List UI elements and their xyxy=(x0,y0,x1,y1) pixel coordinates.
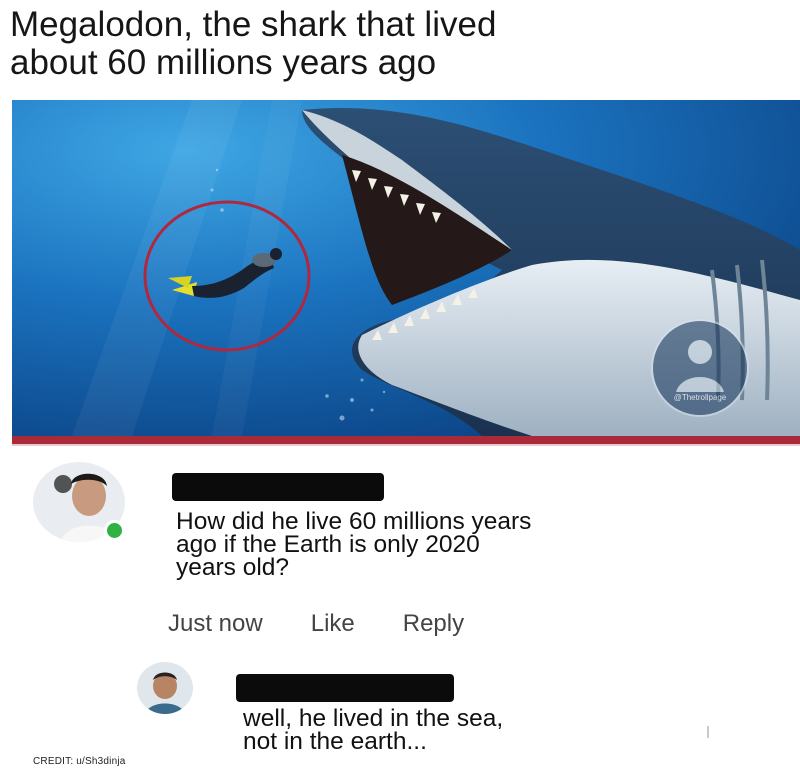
reply-body: well, he lived in the sea, not in the ea… xyxy=(243,705,683,755)
comment-line: years old? xyxy=(176,554,290,581)
headline-line-2: about 60 millions years ago xyxy=(10,43,437,82)
comment-timestamp: Just now xyxy=(168,610,263,637)
comment-line: How did he live 60 millions years xyxy=(176,508,532,535)
reply-line: not in the earth... xyxy=(243,728,427,755)
post-divider xyxy=(12,436,800,446)
comment-body: How did he live 60 millions years ago if… xyxy=(176,508,696,581)
like-button[interactable]: Like xyxy=(311,610,355,638)
comment-actions: Just now Like Reply xyxy=(168,610,464,638)
replier-avatar[interactable] xyxy=(137,662,193,714)
reply-button[interactable]: Reply xyxy=(403,610,464,638)
post-headline: Megalodon, the shark that lived about 60… xyxy=(10,6,790,82)
reply-line: well, he lived in the sea, xyxy=(243,705,504,732)
redacted-username xyxy=(236,674,454,702)
megalodon-photo: @Thetrollpage xyxy=(12,100,800,436)
scroll-indicator xyxy=(707,726,709,738)
online-status-dot xyxy=(104,520,125,541)
credit-caption: CREDIT: u/Sh3dinja xyxy=(33,756,126,767)
watermark-logo: @Thetrollpage xyxy=(651,319,749,417)
watermark-text: @Thetrollpage xyxy=(674,393,727,402)
redacted-username xyxy=(172,473,384,501)
comment-line: ago if the Earth is only 2020 xyxy=(176,531,480,558)
headline-line-1: Megalodon, the shark that lived xyxy=(10,5,497,44)
